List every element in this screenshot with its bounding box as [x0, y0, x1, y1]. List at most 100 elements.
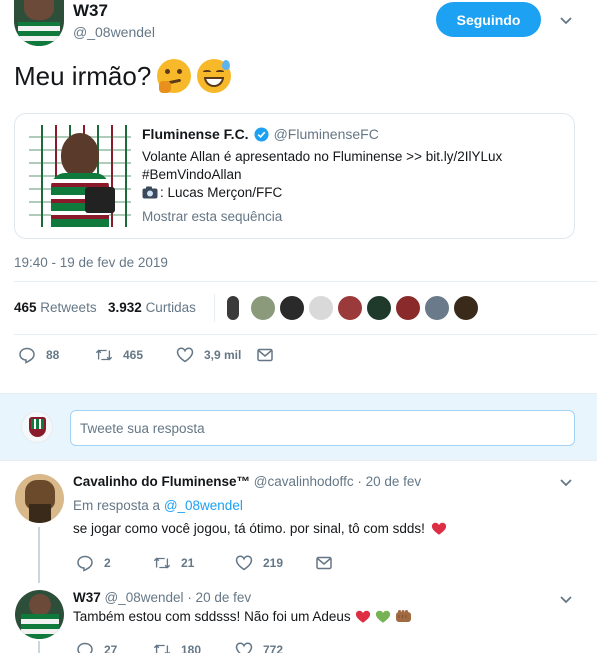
- reply-action[interactable]: 27: [76, 641, 117, 653]
- author-handle[interactable]: @_08wendel: [73, 24, 155, 40]
- reply-count: 27: [104, 643, 118, 653]
- tweet-timestamp[interactable]: 19:40 - 19 de fev de 2019: [14, 255, 168, 270]
- retweet-count: 180: [181, 643, 202, 653]
- retweets-count: 465: [14, 300, 37, 315]
- retweet-icon: [95, 349, 113, 361]
- reply-author-name: W37: [73, 590, 101, 605]
- retweet-icon: [153, 557, 171, 569]
- thread-line: [38, 527, 40, 583]
- likes-label: Curtidas: [145, 300, 196, 315]
- reply-input[interactable]: Tweete sua resposta: [70, 410, 575, 446]
- reply-count: 88: [46, 348, 60, 362]
- retweet-action[interactable]: 465: [95, 346, 143, 364]
- envelope-icon: [257, 348, 273, 362]
- like-action[interactable]: 219: [235, 554, 283, 572]
- quoted-author-row[interactable]: Fluminense F.C. @FluminenseFC: [142, 126, 379, 142]
- in-reply-to-prefix: Em resposta a: [73, 498, 161, 513]
- envelope-icon: [316, 556, 332, 570]
- quoted-text-line1: Volante Allan é apresentado no Fluminens…: [142, 149, 503, 164]
- chevron-down-icon[interactable]: [558, 475, 574, 491]
- liker-avatar[interactable]: [424, 295, 450, 321]
- reply-composer-area: Tweete sua resposta: [0, 393, 597, 461]
- reply-text: se jogar como você jogou, tá ótimo. por …: [73, 521, 425, 536]
- retweet-count: 21: [181, 556, 195, 570]
- retweets-stat[interactable]: 465 Retweets: [14, 300, 97, 315]
- reply-header-row[interactable]: W37 @_08wendel · 20 de fev: [73, 590, 251, 605]
- quoted-text-credit: : Lucas Merçon/FFC: [160, 185, 283, 200]
- quoted-text-credit-row: : Lucas Merçon/FFC: [142, 185, 282, 200]
- retweet-action[interactable]: 21: [153, 554, 194, 572]
- reply-action[interactable]: 88: [18, 346, 59, 364]
- quoted-tweet-image[interactable]: [29, 125, 131, 227]
- liker-avatar[interactable]: [250, 295, 276, 321]
- reply-author-avatar[interactable]: [15, 590, 64, 639]
- thinking-face-icon: [157, 59, 192, 93]
- reply-date: · 20 de fev: [187, 590, 252, 605]
- likes-count: 3.932: [108, 300, 142, 315]
- likes-stat[interactable]: 3.932 Curtidas: [108, 300, 196, 315]
- fist-bump-icon: [395, 610, 411, 622]
- quoted-author-name: Fluminense F.C.: [142, 126, 249, 142]
- reply-date: · 20 de fev: [357, 474, 422, 489]
- reply-icon: [77, 642, 93, 653]
- chevron-down-icon[interactable]: [558, 592, 574, 608]
- quoted-author-handle: @FluminenseFC: [273, 126, 379, 142]
- camera-icon: [142, 186, 158, 199]
- direct-message-action[interactable]: [256, 346, 274, 364]
- like-action[interactable]: 3,9 mil: [176, 346, 241, 364]
- tweet-text-row: Meu irmão?: [14, 59, 232, 93]
- thread-line: [38, 641, 40, 653]
- reply-text-row: Também estou com sddsss! Não foi um Adeu…: [73, 609, 413, 624]
- retweet-count: 465: [123, 348, 144, 362]
- reply-icon: [19, 347, 35, 364]
- retweets-label: Retweets: [40, 300, 97, 315]
- retweet-action[interactable]: 180: [153, 641, 201, 653]
- tweet-text: Meu irmão?: [14, 60, 152, 91]
- retweet-icon: [153, 644, 171, 653]
- liker-avatar[interactable]: [337, 295, 363, 321]
- reply-author-avatar[interactable]: [15, 474, 64, 523]
- heart-icon: [235, 642, 253, 653]
- reply-action[interactable]: 2: [76, 554, 111, 572]
- in-reply-to: Em resposta a @_08wendel: [73, 498, 243, 513]
- heart-icon: [176, 347, 194, 363]
- liker-avatar[interactable]: [308, 295, 334, 321]
- author-avatar[interactable]: [14, 0, 64, 46]
- reply-count: 2: [104, 556, 111, 570]
- current-user-avatar[interactable]: [21, 411, 53, 443]
- quoted-tweet-card[interactable]: Fluminense F.C. @FluminenseFC Volante Al…: [14, 113, 575, 239]
- reply-author-name: Cavalinho do Fluminense™: [73, 474, 251, 489]
- author-name[interactable]: W37: [73, 1, 108, 21]
- reply-header-row[interactable]: Cavalinho do Fluminense™ @cavalinhodoffc…: [73, 474, 421, 489]
- quoted-text-hashtag[interactable]: #BemVindoAllan: [142, 167, 242, 182]
- show-thread-link[interactable]: Mostrar esta sequência: [142, 209, 282, 224]
- chevron-down-icon[interactable]: [558, 13, 574, 29]
- red-heart-icon: [355, 610, 370, 623]
- liker-avatar[interactable]: [226, 295, 240, 321]
- grinning-sweat-icon: [197, 59, 232, 93]
- stats-separator: [214, 294, 215, 322]
- reply-text: Também estou com sddsss! Não foi um Adeu…: [73, 609, 351, 624]
- like-count: 219: [263, 556, 284, 570]
- liker-avatar[interactable]: [279, 295, 305, 321]
- red-heart-icon: [431, 522, 447, 535]
- direct-message-action[interactable]: [315, 554, 333, 572]
- reply-input-placeholder: Tweete sua resposta: [80, 421, 205, 436]
- like-count: 772: [263, 643, 284, 653]
- liker-avatar[interactable]: [453, 295, 479, 321]
- liker-avatar[interactable]: [395, 295, 421, 321]
- following-button[interactable]: Seguindo: [436, 2, 541, 37]
- reply-icon: [77, 555, 93, 572]
- following-button-label: Seguindo: [456, 11, 521, 28]
- reply-text-row: se jogar como você jogou, tá ótimo. por …: [73, 521, 447, 536]
- like-action[interactable]: 772: [235, 641, 283, 653]
- like-count: 3,9 mil: [204, 348, 242, 362]
- divider: [14, 281, 597, 282]
- reply-author-handle: @_08wendel: [104, 590, 184, 605]
- reply-author-handle: @cavalinhodoffc: [253, 474, 354, 489]
- liker-avatar[interactable]: [366, 295, 392, 321]
- heart-icon: [235, 555, 253, 571]
- green-heart-icon: [375, 610, 390, 623]
- divider: [14, 334, 597, 335]
- in-reply-to-handle[interactable]: @_08wendel: [164, 498, 243, 513]
